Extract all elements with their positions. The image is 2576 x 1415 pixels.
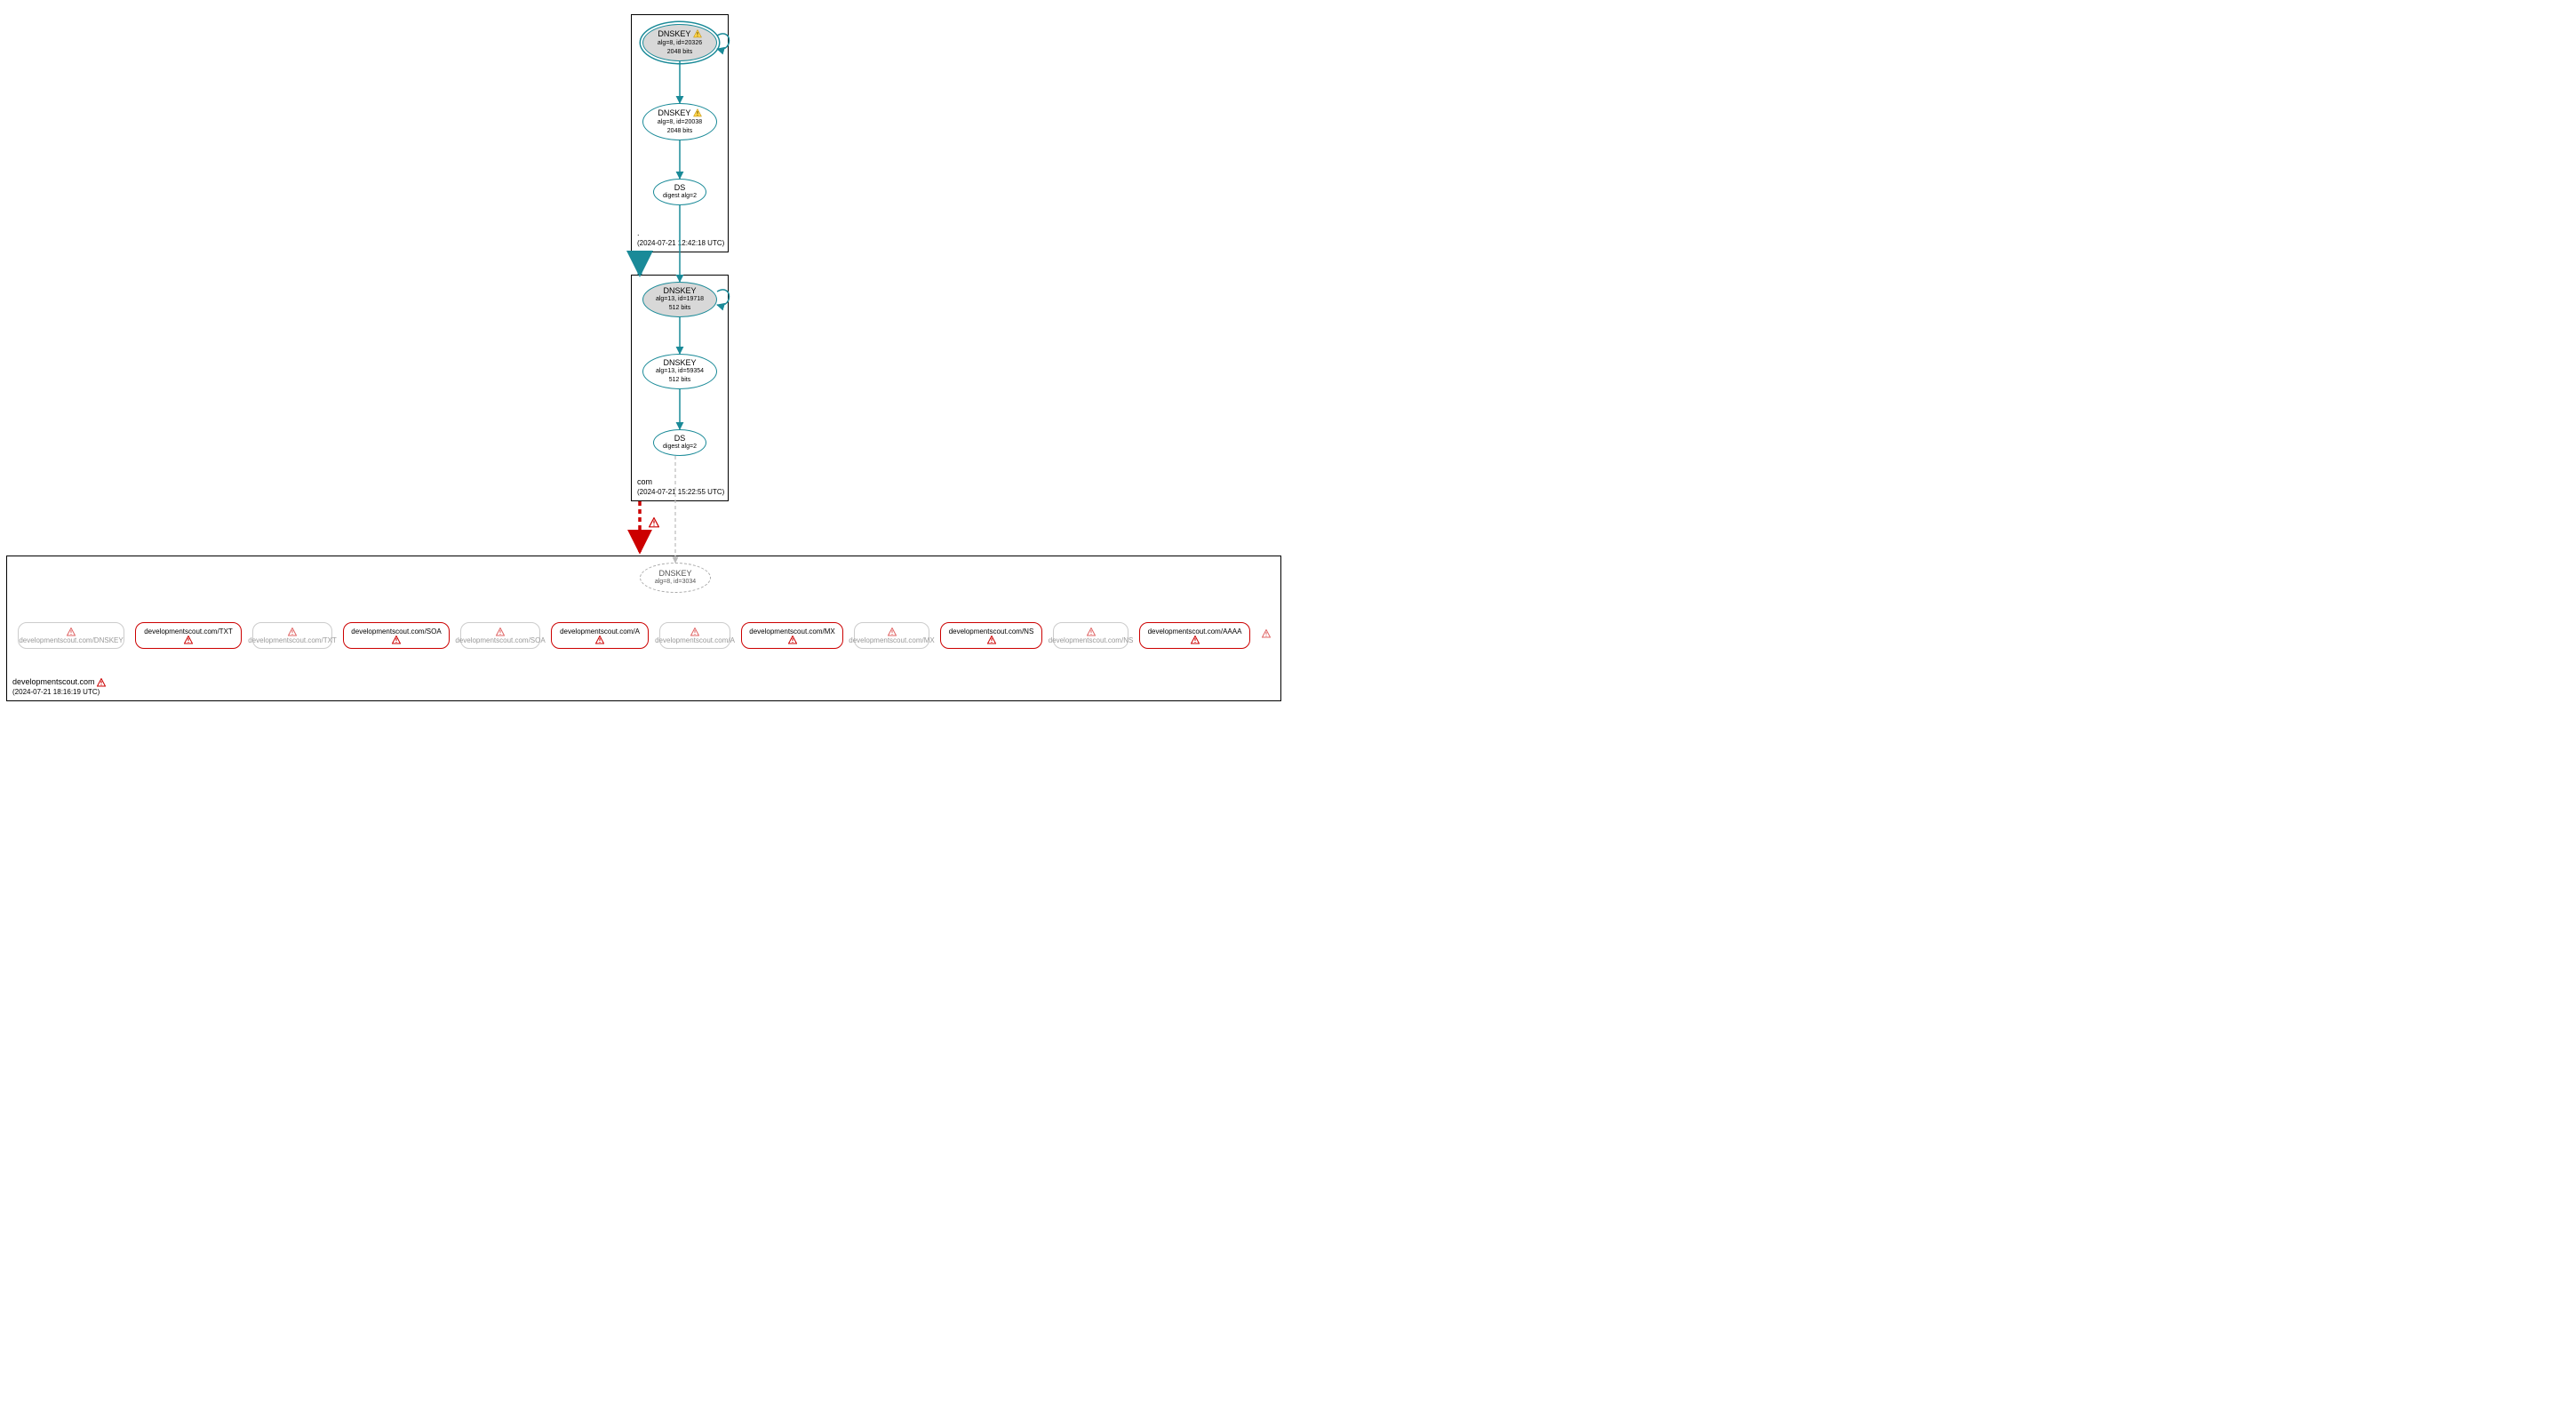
rr-ns: developmentscout.com/NS [940, 622, 1042, 649]
rr-ns-faded: developmentscout.com/NS [1053, 622, 1128, 649]
rr-soa-faded: developmentscout.com/SOA [460, 622, 540, 649]
rr-a-faded: developmentscout.com/A [659, 622, 730, 649]
rr-mx: developmentscout.com/MX [741, 622, 843, 649]
rr-dnskey-faded: developmentscout.com/DNSKEY [18, 622, 124, 649]
zone-com-name: com [637, 477, 652, 486]
error-icon [1262, 629, 1271, 638]
error-icon [496, 628, 505, 636]
domain-dnskey: DNSKEY alg=8, id=3034 [640, 563, 711, 593]
root-zsk: DNSKEY alg=8, id=20038 2048 bits [642, 103, 717, 140]
error-icon [595, 636, 604, 644]
com-zsk: DNSKEY alg=13, id=59354 512 bits [642, 354, 717, 389]
error-icon [690, 628, 699, 636]
zone-domain-name: developmentscout.com [12, 677, 95, 686]
zone-com-ts: (2024-07-21 15:22:55 UTC) [637, 488, 724, 496]
root-ksk: DNSKEY alg=8, id=20326 2048 bits [642, 24, 717, 61]
error-icon [1087, 628, 1096, 636]
dnssec-graph: . (2024-07-21 12:42:18 UTC) com (2024-07… [0, 0, 1288, 708]
error-icon [987, 636, 996, 644]
zone-domain-ts: (2024-07-21 18:16:19 UTC) [12, 688, 100, 696]
root-ds: DS digest alg=2 [653, 179, 706, 205]
rr-a: developmentscout.com/A [551, 622, 649, 649]
rr-mx-faded: developmentscout.com/MX [854, 622, 929, 649]
error-icon [288, 628, 297, 636]
zone-root-name: . [637, 228, 640, 237]
error-icon [184, 636, 193, 644]
error-icon [888, 628, 897, 636]
rr-soa: developmentscout.com/SOA [343, 622, 450, 649]
rr-aaaa: developmentscout.com/AAAA [1139, 622, 1250, 649]
error-icon [97, 678, 106, 687]
error-icon [788, 636, 797, 644]
zone-root-ts: (2024-07-21 12:42:18 UTC) [637, 239, 724, 247]
error-icon [392, 636, 401, 644]
com-ksk: DNSKEY alg=13, id=19718 512 bits [642, 282, 717, 317]
rr-txt: developmentscout.com/TXT [135, 622, 242, 649]
com-ds: DS digest alg=2 [653, 429, 706, 456]
error-icon [1191, 636, 1200, 644]
warning-icon [693, 108, 702, 117]
rr-aaaa-faded-tri [1262, 629, 1271, 639]
rr-txt-faded: developmentscout.com/TXT [252, 622, 332, 649]
error-icon [67, 628, 76, 636]
error-icon [649, 517, 659, 528]
delegation-error-icon [649, 517, 659, 528]
warning-icon [693, 29, 702, 38]
